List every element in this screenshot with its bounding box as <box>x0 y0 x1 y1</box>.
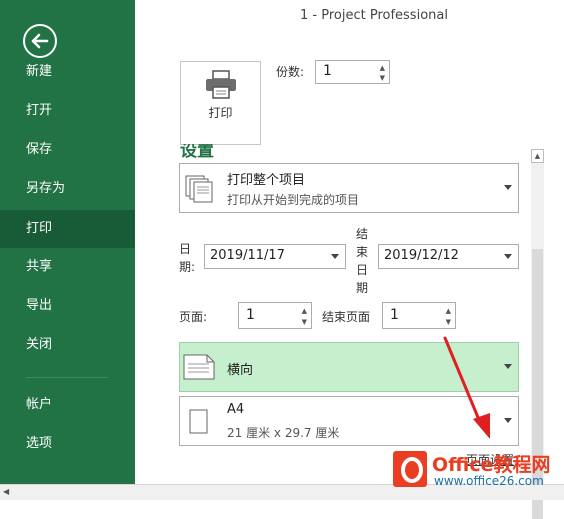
spin-up-icon[interactable]: ▲ <box>380 64 385 72</box>
end-date-label-c: 日 <box>356 263 369 277</box>
backstage-sidebar: 新建 打开 保存 另存为 打印 共享 导出 关闭 帐户 选项 <box>0 0 135 484</box>
paper-icon <box>189 409 208 434</box>
spin-down-icon[interactable]: ▼ <box>302 318 307 326</box>
sidebar-item-open[interactable]: 打开 <box>0 93 135 129</box>
watermark-logo: Office教程网 www.office26.com <box>388 444 558 496</box>
print-button-label: 打印 <box>208 106 233 120</box>
spin-up-icon[interactable]: ▲ <box>446 307 451 315</box>
print-range-title: 打印整个项目 <box>227 173 306 188</box>
red-arrow-annotation <box>443 336 490 439</box>
sidebar-item-close[interactable]: 关闭 <box>0 327 135 363</box>
watermark-url: www.office26.com <box>434 474 544 488</box>
copies-value: 1 <box>323 63 332 79</box>
landscape-page-icon <box>183 354 215 380</box>
back-arrow-icon <box>31 33 49 49</box>
chevron-down-icon <box>331 253 339 259</box>
sidebar-divider <box>26 377 108 378</box>
chevron-down-icon <box>504 364 512 369</box>
start-date-picker[interactable]: 2019/11/17 <box>204 244 346 269</box>
end-date-label-d: 期 <box>356 281 369 295</box>
page-from-spinner[interactable]: 1 ▲ ▼ <box>238 302 312 329</box>
scroll-left-icon[interactable]: ◀ <box>3 487 9 496</box>
sidebar-item-share[interactable]: 共享 <box>0 249 135 285</box>
sidebar-item-account[interactable]: 帐户 <box>0 387 135 423</box>
window-title: 1 - Project Professional <box>300 8 448 23</box>
chevron-down-icon <box>504 418 512 423</box>
page-from-label: 页面: <box>179 310 208 324</box>
copies-spinner[interactable]: 1 ▲ ▼ <box>315 60 390 84</box>
paper-size-title: A4 <box>227 402 245 417</box>
print-range-dropdown[interactable]: 打印整个项目 打印从开始到完成的项目 <box>179 163 519 213</box>
back-button[interactable] <box>23 24 57 58</box>
sidebar-item-save[interactable]: 保存 <box>0 132 135 168</box>
end-date-value: 2019/12/12 <box>384 248 459 263</box>
start-date-label-b: 期: <box>179 260 196 274</box>
printer-icon <box>206 70 236 99</box>
sidebar-item-new[interactable]: 新建 <box>0 54 135 90</box>
orientation-value: 横向 <box>227 363 254 378</box>
spin-down-icon[interactable]: ▼ <box>380 74 385 82</box>
start-date-label-a: 日 <box>179 242 192 256</box>
sidebar-item-export[interactable]: 导出 <box>0 288 135 324</box>
paper-size-subtitle: 21 厘米 x 29.7 厘米 <box>227 426 340 440</box>
copies-label: 份数: <box>276 65 305 79</box>
page-to-spinner[interactable]: 1 ▲ ▼ <box>382 302 456 329</box>
end-date-picker[interactable]: 2019/12/12 <box>378 244 519 269</box>
pages-range-icon <box>185 175 213 203</box>
spin-up-icon[interactable]: ▲ <box>302 307 307 315</box>
page-from-value: 1 <box>246 307 255 323</box>
chevron-down-icon <box>504 253 512 259</box>
page-to-value: 1 <box>390 307 399 323</box>
print-button[interactable]: 打印 <box>180 61 261 145</box>
spin-down-icon[interactable]: ▼ <box>446 318 451 326</box>
settings-section-title: 设置 <box>180 144 214 160</box>
sidebar-item-print[interactable]: 打印 <box>0 210 135 248</box>
end-date-label-a: 结 <box>356 227 369 241</box>
end-date-label-b: 束 <box>356 245 369 259</box>
sidebar-item-options[interactable]: 选项 <box>0 426 135 462</box>
chevron-down-icon <box>504 185 512 190</box>
start-date-value: 2019/11/17 <box>210 248 285 263</box>
sidebar-item-save-as[interactable]: 另存为 <box>0 171 135 207</box>
scroll-up-icon[interactable]: ▲ <box>531 149 544 163</box>
page-to-label: 结束页面 <box>322 310 371 324</box>
watermark-brand: Office教程网 <box>432 454 551 476</box>
print-range-subtitle: 打印从开始到完成的项目 <box>227 193 360 207</box>
office-logo-icon <box>393 451 427 487</box>
